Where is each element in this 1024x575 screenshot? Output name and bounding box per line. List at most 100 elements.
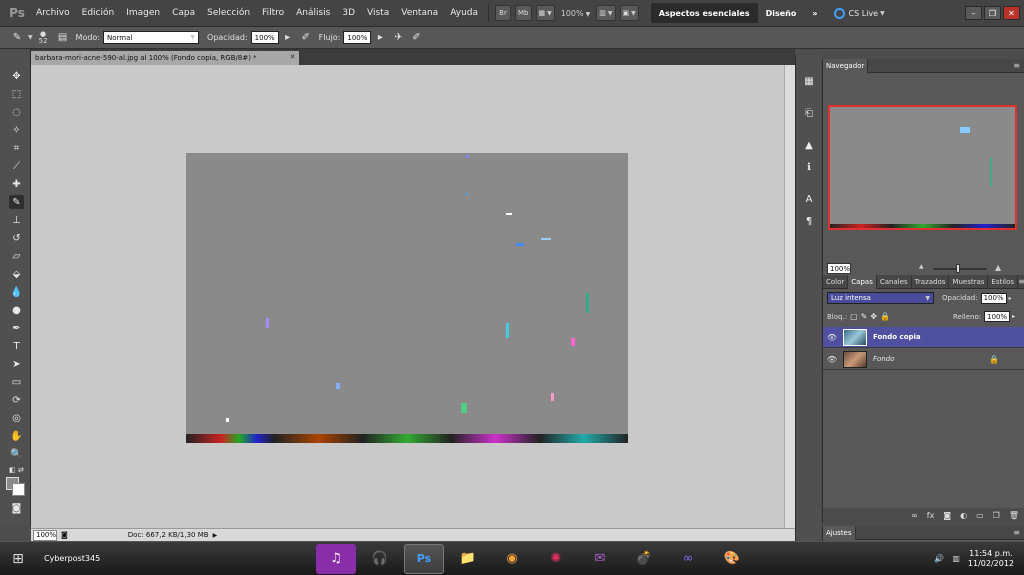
more-workspaces-button[interactable]: » [804, 9, 825, 18]
default-colors-icon[interactable]: ◧ ⇄ [9, 463, 24, 477]
airbrush-icon[interactable]: ✈ [389, 30, 407, 46]
restore-icon[interactable]: ❐ [984, 6, 1001, 20]
navigator-tab[interactable]: Navegador [823, 58, 869, 73]
menu-vista[interactable]: Vista [361, 8, 395, 18]
minibridge-panel-icon[interactable]: ▦ [801, 73, 817, 89]
layer-style-icon[interactable]: fx [927, 511, 935, 520]
new-layer-icon[interactable]: ❐ [993, 511, 1000, 520]
trash-icon[interactable]: 🗑 [1009, 511, 1019, 520]
infinity-app-icon[interactable]: ∞ [668, 544, 708, 574]
menu-archivo[interactable]: Archivo [30, 8, 76, 18]
path-selection-tool-icon[interactable]: ➤ [9, 357, 24, 371]
mail-icon[interactable]: ✉ [580, 544, 620, 574]
blend-mode-dropdown[interactable]: Luz intensa ▼ [827, 292, 934, 304]
status-zoom-field[interactable]: 100% [33, 529, 57, 541]
crop-tool-icon[interactable]: ⌗ [9, 141, 24, 155]
paint-splash-icon[interactable]: ✺ [536, 544, 576, 574]
bridge-button[interactable]: Br [495, 5, 512, 21]
document-tab[interactable]: barbara-mori-acne-590-al.jpg al 100% (Fo… [31, 51, 299, 65]
adjustments-tab[interactable]: Ajustes [823, 525, 856, 540]
opacity-slider-icon[interactable]: ▸ [1009, 295, 1012, 302]
paint-bucket-tool-icon[interactable]: ⬙ [9, 267, 24, 281]
screen-mode-icon[interactable]: ▣ ▼ [619, 5, 639, 21]
firefox-icon[interactable]: ◉ [492, 544, 532, 574]
link-layers-icon[interactable]: ∞ [911, 511, 918, 520]
tablet-size-icon[interactable]: ✐ [407, 30, 425, 46]
mode-dropdown[interactable]: Normal ▼ [103, 31, 200, 44]
tab-styles[interactable]: Estilos [988, 274, 1019, 289]
menu-filtro[interactable]: Filtro [256, 8, 290, 18]
close-tab-icon[interactable]: ✕ [288, 53, 297, 62]
vertical-scrollbar[interactable] [784, 65, 795, 528]
network-icon[interactable]: ▥ [952, 554, 960, 563]
navigator-zoom-field[interactable]: 100% [827, 263, 851, 274]
tab-channels[interactable]: Canales [877, 274, 912, 289]
navigator-slider-handle[interactable] [956, 264, 960, 273]
layer-row[interactable]: 👁 Fondo copia [823, 327, 1024, 348]
file-explorer-icon[interactable]: 📁 [448, 544, 488, 574]
workspace-essentials-button[interactable]: Aspectos esenciales [650, 3, 758, 23]
bomb-icon[interactable]: 💣 [624, 544, 664, 574]
eraser-tool-icon[interactable]: ▱ [9, 249, 24, 263]
flow-field[interactable]: 100% [343, 31, 372, 44]
quick-selection-tool-icon[interactable]: ✧ [9, 123, 24, 137]
cs-live-button[interactable]: CS Live ▼ [833, 7, 885, 19]
navigator-thumbnail[interactable] [828, 105, 1017, 230]
3d-rotate-tool-icon[interactable]: ⟳ [9, 393, 24, 407]
hand-tool-icon[interactable]: ✋ [9, 429, 24, 443]
workspace-design-button[interactable]: Diseño [758, 9, 805, 18]
opacity-slider-icon[interactable]: ▸ [279, 30, 297, 46]
lock-position-icon[interactable]: ✥ [870, 312, 877, 321]
brush-preset-dropdown-icon[interactable]: ▼ [28, 34, 33, 41]
background-color-swatch[interactable] [12, 483, 25, 496]
zoom-in-icon[interactable]: ▲ [995, 263, 1001, 272]
start-button[interactable]: ⊞ [0, 542, 36, 575]
lock-transparent-icon[interactable]: ▢ [850, 312, 858, 321]
photoshop-icon[interactable]: Ps [404, 543, 444, 574]
brush-tool-icon[interactable]: ✎ [9, 195, 24, 209]
tab-color[interactable]: Color [823, 274, 849, 289]
menu-capa[interactable]: Capa [166, 8, 201, 18]
view-extras-icon[interactable]: ▦ ▼ [535, 5, 555, 21]
clock[interactable]: 11:54 p.m. 11/02/2012 [968, 549, 1014, 569]
flow-slider-icon[interactable]: ▸ [371, 30, 389, 46]
menu-imagen[interactable]: Imagen [120, 8, 166, 18]
opacity-field[interactable]: 100% [250, 31, 279, 44]
tab-swatches[interactable]: Muestras [949, 274, 989, 289]
panel-menu-icon[interactable]: ≡ [1013, 61, 1020, 70]
zoom-level-dropdown[interactable]: 100% ▼ [561, 9, 591, 18]
healing-brush-tool-icon[interactable]: ✚ [9, 177, 24, 191]
dodge-tool-icon[interactable]: ● [9, 303, 24, 317]
zoom-out-icon[interactable]: ▲ [919, 263, 924, 270]
doc-info-menu-icon[interactable]: ▶ [213, 532, 218, 539]
menu-ventana[interactable]: Ventana [395, 8, 444, 18]
clone-stamp-tool-icon[interactable]: ⊥ [9, 213, 24, 227]
paint-palette-icon[interactable]: 🎨 [712, 544, 752, 574]
fill-slider-icon[interactable]: ▸ [1012, 313, 1015, 320]
headphones-icon[interactable]: 🎧 [360, 544, 400, 574]
layer-mask-icon[interactable]: ◙ [943, 511, 951, 520]
fill-field[interactable]: 100% [984, 311, 1011, 322]
brush-size-picker[interactable]: ● 52 [39, 30, 48, 45]
layer-row[interactable]: 👁 Fondo 🔒 [823, 349, 1024, 370]
menu-edicion[interactable]: Edición [76, 8, 121, 18]
new-group-icon[interactable]: ▭ [976, 511, 984, 520]
zoom-tool-icon[interactable]: 🔍 [9, 447, 24, 461]
close-icon[interactable]: ✕ [1003, 6, 1020, 20]
arrange-documents-icon[interactable]: ▥ ▼ [596, 5, 616, 21]
eyedropper-tool-icon[interactable]: ⟋ [9, 159, 24, 173]
menu-ayuda[interactable]: Ayuda [444, 8, 484, 18]
document-image[interactable] [186, 153, 628, 443]
tablet-opacity-icon[interactable]: ✐ [297, 30, 315, 46]
minimize-icon[interactable]: – [965, 6, 982, 20]
lock-pixels-icon[interactable]: ✎ [861, 312, 868, 321]
menu-analisis[interactable]: Análisis [290, 8, 336, 18]
tab-paths[interactable]: Trazados [912, 274, 950, 289]
type-tool-icon[interactable]: T [9, 339, 24, 353]
canvas-area[interactable] [31, 65, 794, 528]
panel-menu-icon[interactable]: ≡ [1013, 528, 1020, 537]
move-tool-icon[interactable]: ✥ [9, 69, 24, 83]
lasso-tool-icon[interactable]: ◌ [9, 105, 24, 119]
eye-icon[interactable]: 👁 [825, 355, 839, 364]
volume-icon[interactable]: 🔊 [934, 554, 944, 563]
